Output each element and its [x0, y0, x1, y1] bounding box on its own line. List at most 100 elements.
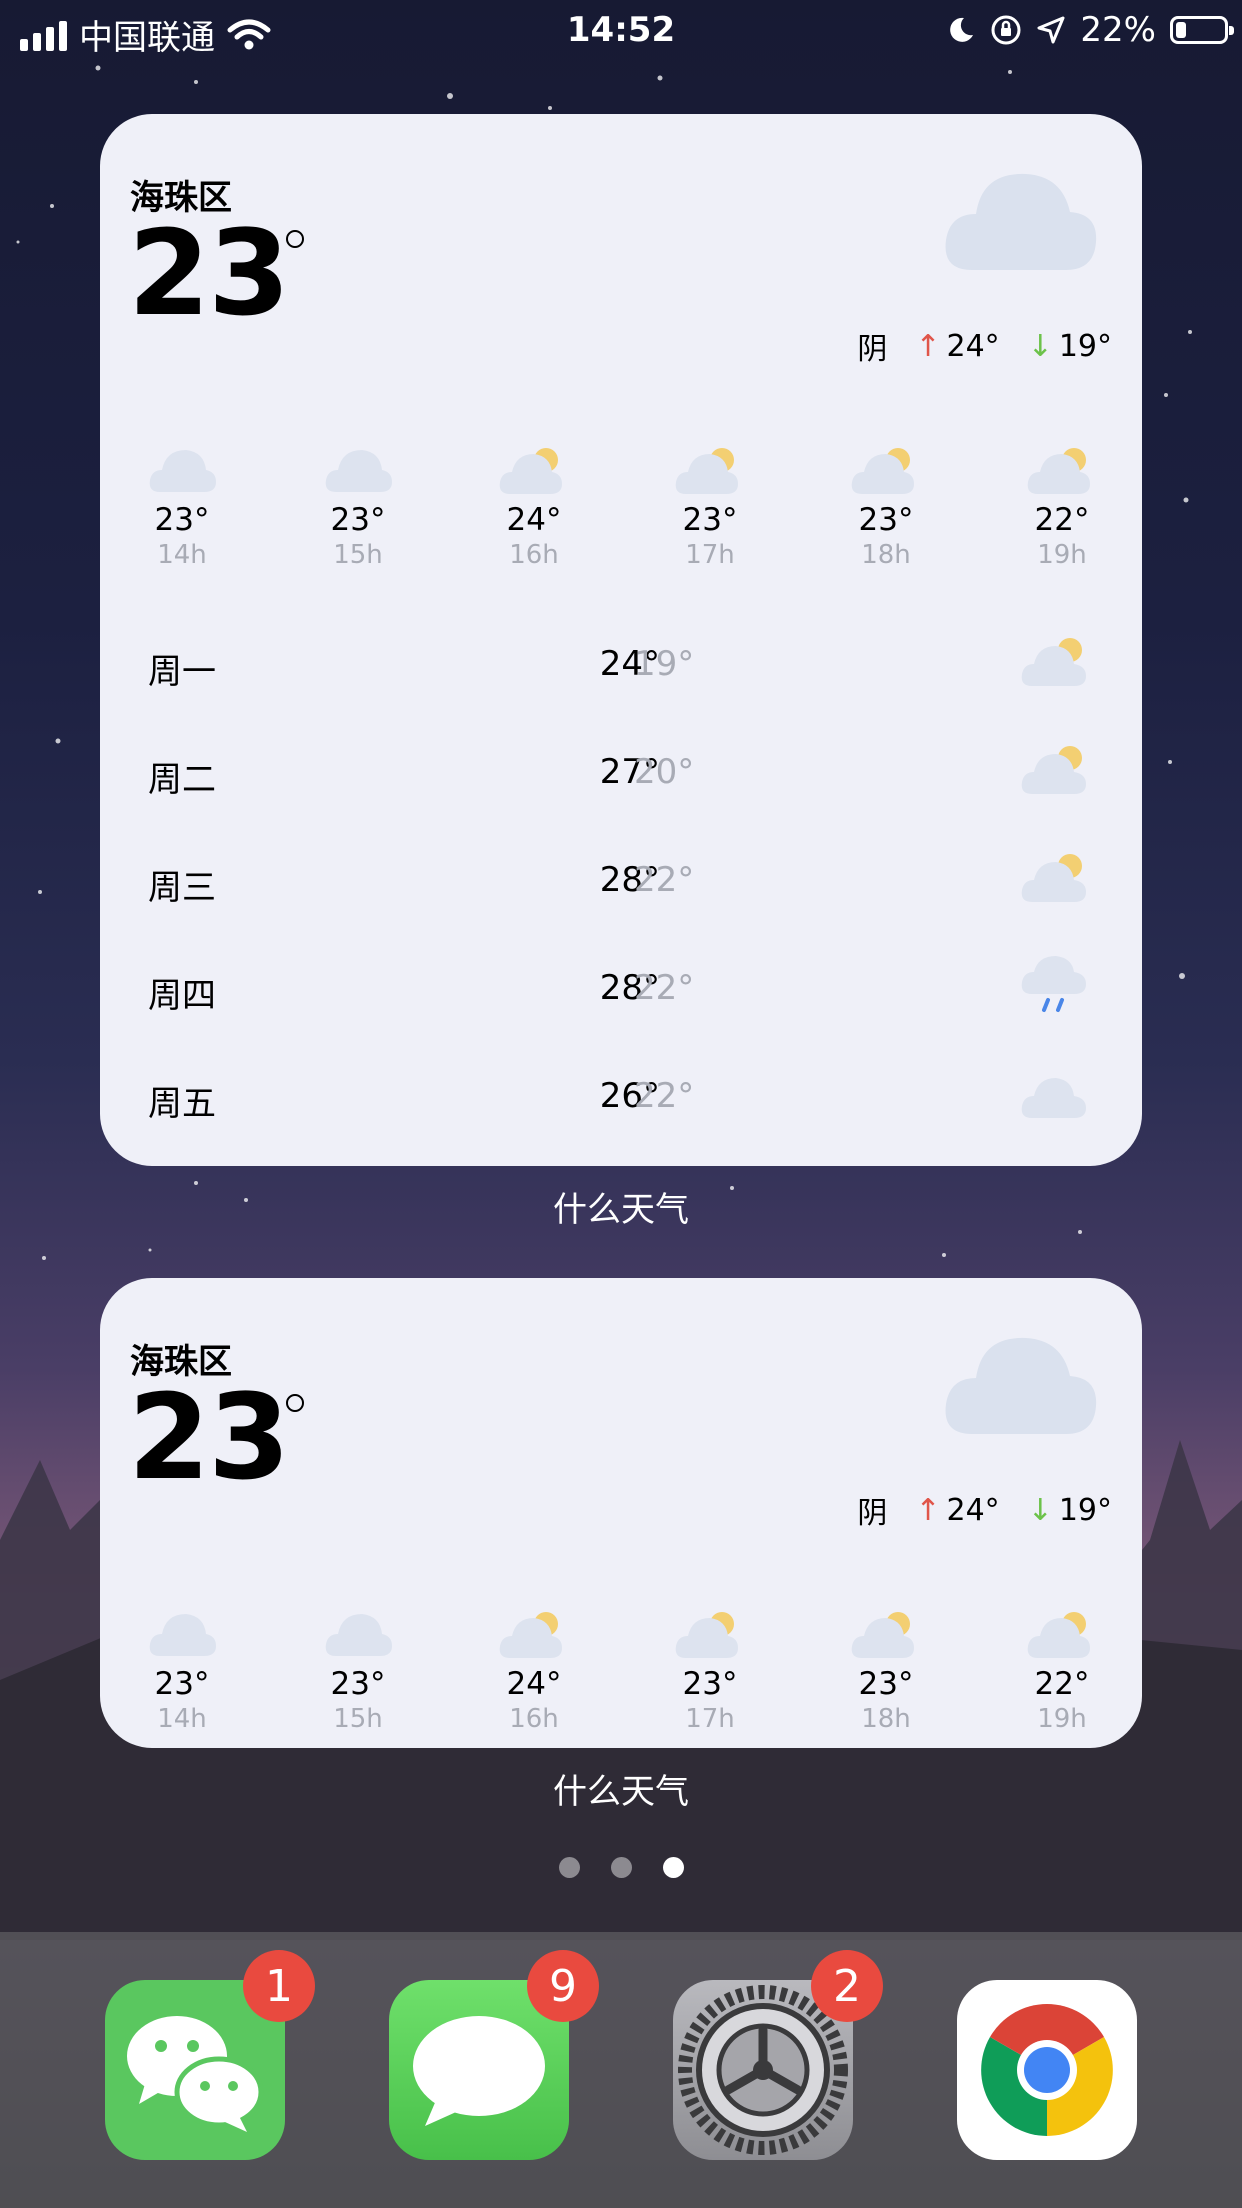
- hourly-time: 14h: [157, 1704, 207, 1734]
- hourly-time: 15h: [333, 540, 383, 570]
- day-name: 周一: [148, 652, 216, 692]
- partly-cloudy-icon: [675, 1612, 738, 1658]
- daily-forecast: 周一 24° 19° 周二 27° 20° 周三 28° 22° 周四 28° …: [100, 614, 1142, 1154]
- notification-badge: 1: [243, 1950, 315, 2022]
- page-dot[interactable]: [610, 1857, 632, 1878]
- hourly-item: 23° 14h: [122, 1608, 242, 1734]
- degree-symbol: [286, 1394, 304, 1412]
- today-summary: 阴 ↑ 24° ↓ 19°: [857, 1488, 1112, 1532]
- hourly-time: 19h: [1037, 540, 1087, 570]
- partly-cloudy-icon: [499, 448, 562, 494]
- hourly-item: 22° 19h: [1002, 1608, 1122, 1734]
- cloud-icon: [325, 450, 392, 492]
- partly-cloudy-icon: [851, 448, 914, 494]
- hourly-time: 16h: [509, 540, 559, 570]
- widget-app-label: 什么天气: [553, 1772, 689, 1812]
- battery-percent: 22%: [1080, 10, 1156, 50]
- partly-cloudy-icon: [675, 448, 738, 494]
- chrome-app-icon[interactable]: [957, 1980, 1137, 2160]
- battery-icon: [1170, 16, 1234, 44]
- hourly-time: 18h: [861, 1704, 911, 1734]
- partly-cloudy-icon: [1021, 854, 1086, 902]
- cloud-icon: [1021, 1078, 1086, 1118]
- daily-row: 周一 24° 19°: [100, 614, 1142, 722]
- condition-text: 阴: [857, 332, 888, 367]
- hourly-time: 17h: [685, 540, 735, 570]
- partly-cloudy-icon: [1021, 746, 1086, 794]
- partly-cloudy-icon: [1027, 1612, 1090, 1658]
- moon-icon: [950, 17, 974, 42]
- hourly-item: 24° 16h: [474, 1608, 594, 1734]
- partly-cloudy-icon: [1021, 638, 1086, 686]
- day-name: 周三: [148, 868, 216, 908]
- hourly-item: 23° 15h: [298, 1608, 418, 1734]
- hourly-time: 18h: [861, 540, 911, 570]
- cloud-icon: [945, 1337, 1097, 1434]
- hourly-temp: 22°: [1034, 1666, 1090, 1702]
- cloud-icon: [945, 173, 1097, 270]
- today-low: 19°: [1058, 328, 1112, 364]
- daily-row: 周五 26° 22°: [100, 1046, 1142, 1154]
- weather-widget-medium[interactable]: 海珠区 23 阴 ↑ 24° ↓ 19° 23° 14h 23° 15h 24°…: [100, 1278, 1142, 1748]
- daily-row: 周三 28° 22°: [100, 830, 1142, 938]
- widget-app-label: 什么天气: [553, 1190, 689, 1230]
- hourly-forecast: 23° 14h 23° 15h 24° 16h 23° 17h 23° 18h …: [122, 1608, 1122, 1734]
- hourly-time: 14h: [157, 540, 207, 570]
- hourly-item: 23° 17h: [650, 444, 770, 570]
- notification-badge: 2: [811, 1950, 883, 2022]
- arrow-down-icon: ↓: [1027, 328, 1053, 364]
- cloud-icon: [325, 1614, 392, 1656]
- hourly-item: 23° 14h: [122, 444, 242, 570]
- day-name: 周五: [148, 1084, 216, 1124]
- day-low: 19°: [634, 644, 695, 684]
- condition-text: 阴: [857, 1496, 888, 1531]
- status-bar: 中国联通 14:52 22%: [0, 0, 1242, 62]
- today-high: 24°: [946, 328, 1000, 364]
- hourly-item: 23° 18h: [826, 444, 946, 570]
- hourly-temp: 23°: [330, 1666, 386, 1702]
- partly-cloudy-icon: [499, 1612, 562, 1658]
- today-high: 24°: [946, 1492, 1000, 1528]
- daily-row: 周四 28° 22°: [100, 938, 1142, 1046]
- hourly-forecast: 23° 14h 23° 15h 24° 16h 23° 17h 23° 18h …: [122, 444, 1122, 570]
- degree-symbol: [286, 230, 304, 248]
- page-dot[interactable]: [558, 1857, 580, 1878]
- hourly-temp: 23°: [154, 502, 210, 538]
- hourly-temp: 23°: [858, 502, 914, 538]
- arrow-up-icon: ↑: [915, 328, 941, 364]
- hourly-item: 23° 17h: [650, 1608, 770, 1734]
- hourly-item: 23° 18h: [826, 1608, 946, 1734]
- arrow-down-icon: ↓: [1027, 1492, 1053, 1528]
- hourly-time: 19h: [1037, 1704, 1087, 1734]
- hourly-temp: 23°: [682, 502, 738, 538]
- day-name: 周四: [148, 976, 216, 1016]
- partly-cloudy-icon: [851, 1612, 914, 1658]
- weather-widget-large[interactable]: 海珠区 23 阴 ↑ 24° ↓ 19° 23° 14h 23° 15h 24°…: [100, 114, 1142, 1166]
- current-temperature: 23: [128, 204, 290, 342]
- hourly-temp: 24°: [506, 1666, 562, 1702]
- hourly-temp: 23°: [682, 1666, 738, 1702]
- hourly-item: 24° 16h: [474, 444, 594, 570]
- cloud-icon: [149, 1614, 216, 1656]
- current-temperature: 23: [128, 1368, 290, 1506]
- day-low: 22°: [634, 1076, 695, 1116]
- chrome-icon: [981, 2004, 1113, 2136]
- day-low: 20°: [634, 752, 695, 792]
- hourly-temp: 23°: [330, 502, 386, 538]
- hourly-temp: 23°: [154, 1666, 210, 1702]
- page-indicator[interactable]: [0, 1857, 1242, 1878]
- day-low: 22°: [634, 860, 695, 900]
- hourly-time: 16h: [509, 1704, 559, 1734]
- hourly-item: 23° 15h: [298, 444, 418, 570]
- hourly-temp: 24°: [506, 502, 562, 538]
- today-summary: 阴 ↑ 24° ↓ 19°: [857, 324, 1112, 368]
- hourly-time: 17h: [685, 1704, 735, 1734]
- arrow-up-icon: ↑: [915, 1492, 941, 1528]
- page-dot-active[interactable]: [662, 1857, 684, 1878]
- hourly-item: 22° 19h: [1002, 444, 1122, 570]
- rotation-lock-icon: [991, 15, 1021, 45]
- hourly-time: 15h: [333, 1704, 383, 1734]
- partly-cloudy-icon: [1027, 448, 1090, 494]
- daily-row: 周二 27° 20°: [100, 722, 1142, 830]
- hourly-temp: 22°: [1034, 502, 1090, 538]
